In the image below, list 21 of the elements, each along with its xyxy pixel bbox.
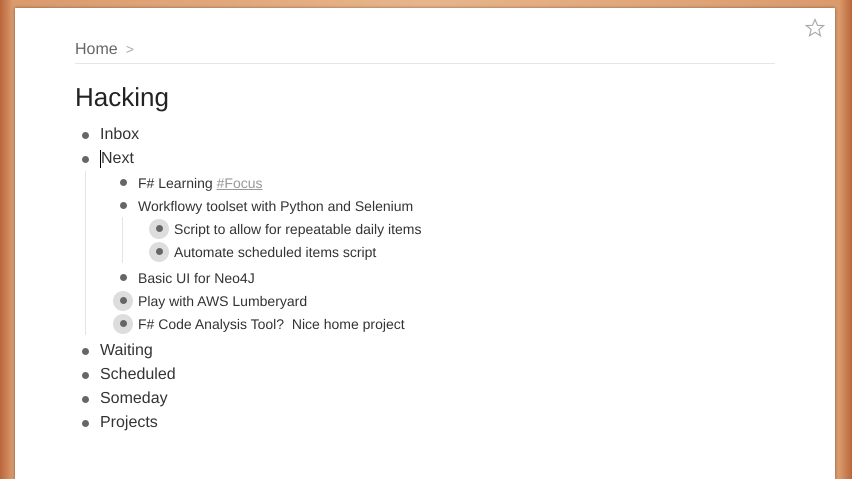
item-text[interactable]: F# Learning <box>138 174 217 190</box>
bullet[interactable] <box>113 314 133 334</box>
bullet[interactable] <box>149 218 169 238</box>
item-text[interactable]: Next <box>100 150 134 168</box>
item-text[interactable]: Automate scheduled items script <box>174 244 376 260</box>
item-text[interactable]: Waiting <box>100 342 153 360</box>
star-icon[interactable] <box>805 18 825 38</box>
item-text[interactable]: Script to allow for repeatable daily items <box>174 220 422 236</box>
item-text[interactable]: Inbox <box>100 126 140 144</box>
page-title: Hacking <box>75 82 170 113</box>
item-text[interactable]: Scheduled <box>100 366 176 384</box>
item-text[interactable]: Someday <box>100 390 168 408</box>
item-text[interactable]: Basic UI for Neo4J <box>138 270 255 286</box>
bullet[interactable] <box>113 290 133 310</box>
bullet[interactable] <box>149 242 169 262</box>
breadcrumb-separator: > <box>126 41 134 57</box>
item-text[interactable]: Play with AWS Lumberyard <box>138 292 308 308</box>
breadcrumb-link[interactable]: Home <box>75 41 118 59</box>
item-text[interactable]: F# Code Analysis Tool? Nice home project <box>138 316 405 332</box>
item-text[interactable]: Workflowy toolset with Python and Selenium <box>138 198 414 214</box>
item-text[interactable]: Projects <box>100 414 158 432</box>
